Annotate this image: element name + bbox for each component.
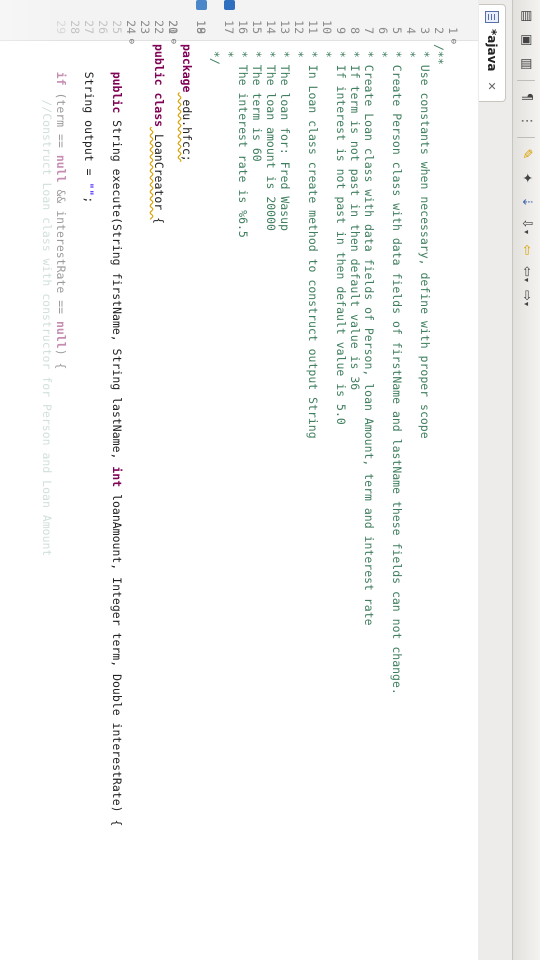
save-icon[interactable]: ▣: [517, 30, 537, 50]
code-line: 7 * If term is not past in then default …: [348, 0, 390, 960]
code-text: //Construct Loan class with constructor …: [40, 44, 54, 557]
eclipse-toolbar: ▤ ▣ ▥ ¶ ⋮ ✎ ✦ ⇣ ⇩ ▾ ⇦ ⇦ ▾ ⇨ ▾: [512, 0, 540, 960]
editor-tab-title: *ajava: [485, 29, 499, 72]
code-line: 24 public String execute(String firstNam…: [110, 0, 152, 960]
code-line: 25: [110, 0, 138, 960]
code-editor[interactable]: 1 /** 2 * Use constants when necessary, …: [0, 0, 478, 960]
line-number: 29: [54, 20, 68, 34]
code-line: 9 *: [320, 0, 362, 960]
code-line: 8 * If interest is not past in then defa…: [334, 0, 376, 960]
code-line: 17 */: [208, 0, 250, 960]
code-line: 18 package edu.hfcc;: [180, 0, 236, 960]
condition: (term ==: [54, 85, 68, 155]
annotation-icon[interactable]: ⇣: [517, 192, 537, 212]
rotated-screen: ▤ ▣ ▥ ¶ ⋮ ✎ ✦ ⇣ ⇩▾ ⇦ ⇦▾ ⇨▾ *ajava ✕ 1 /*…: [0, 0, 540, 960]
print-icon[interactable]: ▥: [517, 54, 537, 74]
error-marker-icon[interactable]: [196, 0, 207, 10]
code-line: 10 * In Loan class create method to cons…: [306, 0, 348, 960]
code-line: 26 String output = "";: [82, 0, 124, 960]
code-line: 27: [82, 0, 110, 960]
code-line: 1 /**: [432, 0, 474, 960]
back-icon[interactable]: ⇦ ▾: [517, 264, 537, 284]
code-text: if (term == null && interestRate == null…: [54, 44, 68, 370]
code-line: 4 * Create Person class with data fields…: [390, 0, 432, 960]
new-icon[interactable]: ▤: [517, 6, 537, 26]
condition-end: ) {: [54, 348, 68, 370]
java-file-icon: [485, 11, 499, 23]
editor-tab-bar: *ajava ✕: [477, 0, 512, 960]
code-line: 6 * Create Loan class with data fields o…: [362, 0, 404, 960]
code-line: 11 *: [292, 0, 334, 960]
condition-rest: && interestRate ==: [54, 182, 68, 321]
code-line: 21: [166, 0, 194, 960]
code-line: 3 *: [404, 0, 446, 960]
code-line: 28 if (term == null && interestRate == n…: [54, 0, 96, 960]
keyword: null: [54, 321, 68, 349]
warning-marker-icon[interactable]: [224, 0, 235, 10]
code-line: 15 * The interest rate is %6.5: [236, 0, 278, 960]
toolbar-separator: [517, 137, 536, 138]
forward-icon[interactable]: ⇨ ▾: [517, 288, 537, 308]
code-line: 5 *: [376, 0, 418, 960]
code-line: 29 //Construct Loan class with construct…: [40, 0, 82, 960]
code-line: 23: [138, 0, 166, 960]
toolbar-separator: [517, 80, 536, 81]
highlight-icon[interactable]: ✎: [517, 144, 537, 164]
code-line: 16 *: [222, 0, 264, 960]
editor-tab-ajava[interactable]: *ajava ✕: [479, 4, 506, 102]
close-tab-icon[interactable]: ✕: [486, 82, 499, 91]
code-line: 19: [194, 0, 222, 960]
code-line: 13 * The loan amount is 20000: [264, 0, 306, 960]
next-annotation-icon[interactable]: ⇩ ▾: [517, 216, 537, 236]
block-selection-icon[interactable]: ⋮: [517, 111, 537, 131]
code-line: 2 * Use constants when necessary, define…: [418, 0, 460, 960]
code-line: 22: [152, 0, 180, 960]
keyword: if: [54, 71, 68, 86]
code-line: 14 * The term is 60: [250, 0, 292, 960]
pin-icon[interactable]: ✦: [517, 168, 537, 188]
keyword: null: [54, 154, 68, 183]
show-whitespace-icon[interactable]: ¶: [517, 87, 537, 107]
code-line: 12 * The loan for: Fred Wasup: [278, 0, 320, 960]
last-edit-location-icon[interactable]: ⇦: [517, 240, 537, 260]
code-line: 20 public class LoanCreator {: [152, 0, 208, 960]
